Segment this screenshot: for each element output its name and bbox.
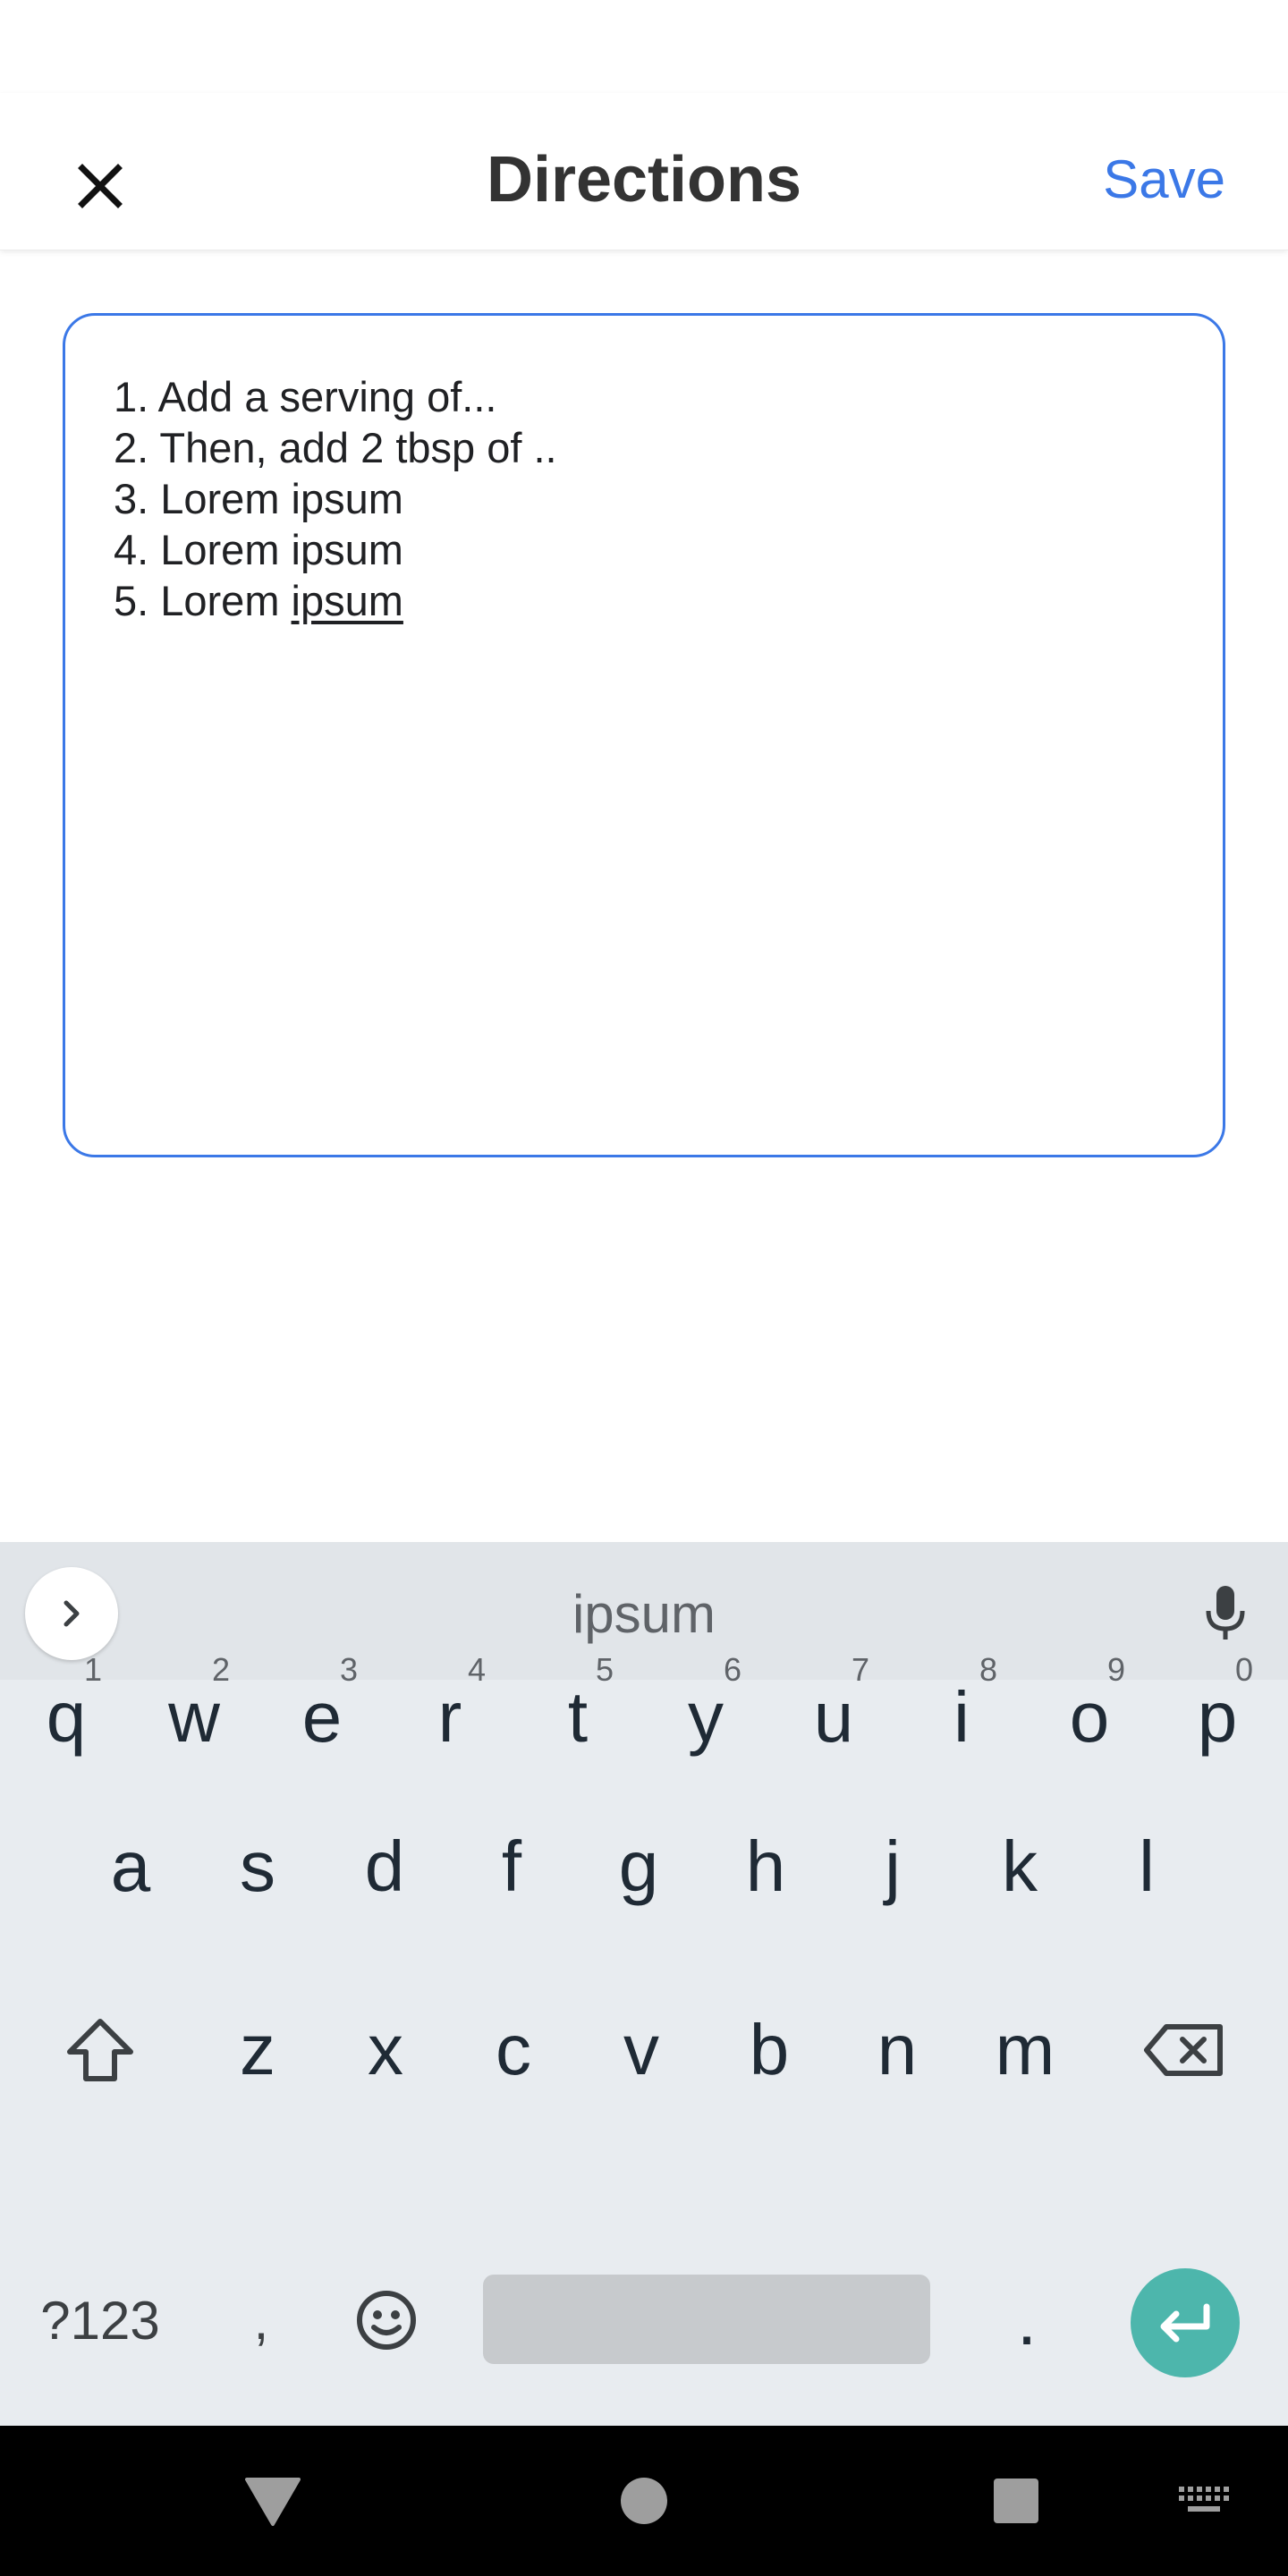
keyboard: ipsum q1w2e3r4t5y6u7i8o9p0 asdfghjkl zxc… [0, 1542, 1288, 2426]
key-k[interactable]: k [957, 1777, 1082, 1956]
key-c[interactable]: c [451, 1961, 576, 2140]
key-label: i [953, 1677, 970, 1757]
back-button[interactable] [224, 2426, 322, 2576]
emoji-icon [357, 2291, 416, 2350]
key-m[interactable]: m [962, 1961, 1088, 2140]
period-key[interactable]: . [964, 2231, 1089, 2410]
key-label: q [46, 1677, 87, 1757]
space-key[interactable] [483, 2275, 930, 2364]
recents-square-icon [994, 2479, 1038, 2523]
key-label: p [1197, 1677, 1238, 1757]
direction-line-4: 4. Lorem ipsum [114, 526, 403, 573]
backspace-key[interactable] [1122, 1961, 1247, 2140]
key-l[interactable]: l [1084, 1777, 1209, 1956]
direction-line-5: 5. Lorem ipsum [114, 575, 1223, 626]
key-number-hint: 9 [1106, 1651, 1125, 1688]
home-button[interactable] [599, 2426, 689, 2576]
key-number-hint: 5 [595, 1651, 614, 1688]
key-a[interactable]: a [68, 1777, 193, 1956]
key-x[interactable]: x [323, 1961, 448, 2140]
keyboard-icon [1179, 2487, 1229, 2512]
status-bar [0, 0, 1288, 93]
key-number-hint: 2 [211, 1651, 230, 1688]
navigation-bar [0, 2426, 1288, 2576]
home-circle-icon [621, 2478, 667, 2524]
direction-line-1: 1. Add a serving of... [114, 373, 497, 420]
directions-textarea[interactable]: 1. Add a serving of... 2. Then, add 2 tb… [63, 313, 1225, 1157]
enter-key[interactable] [1131, 2268, 1240, 2377]
key-d[interactable]: d [322, 1777, 447, 1956]
key-number-hint: 0 [1234, 1651, 1253, 1688]
key-s[interactable]: s [195, 1777, 320, 1956]
key-f[interactable]: f [449, 1777, 574, 1956]
shift-key[interactable] [38, 1961, 163, 2140]
direction-line-2: 2. Then, add 2 tbsp of .. [114, 424, 557, 471]
key-b[interactable]: b [707, 1961, 832, 2140]
enter-icon [1160, 2303, 1210, 2343]
direction-line-5-prefix: 5. Lorem [114, 577, 292, 624]
key-number-hint: 1 [83, 1651, 102, 1688]
key-number-hint: 7 [851, 1651, 869, 1688]
key-number-hint: 8 [979, 1651, 997, 1688]
shift-arrow-icon [67, 2019, 133, 2081]
key-number-hint: 3 [339, 1651, 358, 1688]
key-v[interactable]: v [579, 1961, 704, 2140]
composing-word: ipsum [291, 577, 403, 624]
symbols-key[interactable]: ?123 [29, 2231, 172, 2410]
page-title: Directions [486, 144, 802, 216]
comma-key[interactable]: , [199, 2231, 324, 2410]
backspace-icon [1144, 2024, 1223, 2076]
key-label: t [567, 1677, 589, 1757]
key-z[interactable]: z [195, 1961, 320, 2140]
key-h[interactable]: h [703, 1777, 828, 1956]
key-label: e [301, 1677, 343, 1757]
save-button[interactable]: Save [1103, 148, 1225, 210]
key-n[interactable]: n [835, 1961, 960, 2140]
recents-button[interactable] [971, 2426, 1061, 2576]
direction-line-3: 3. Lorem ipsum [114, 475, 403, 522]
key-number-hint: 4 [467, 1651, 486, 1688]
key-g[interactable]: g [576, 1777, 701, 1956]
key-label: u [813, 1677, 854, 1757]
back-triangle-icon [245, 2478, 301, 2526]
app-bar: Directions Save [0, 93, 1288, 250]
key-label: y [688, 1677, 724, 1757]
emoji-key[interactable] [324, 2231, 449, 2410]
key-j[interactable]: j [830, 1777, 955, 1956]
keyboard-switch-button[interactable] [1163, 2426, 1243, 2576]
key-label: r [437, 1677, 462, 1757]
key-number-hint: 6 [723, 1651, 741, 1688]
key-label: o [1069, 1677, 1110, 1757]
